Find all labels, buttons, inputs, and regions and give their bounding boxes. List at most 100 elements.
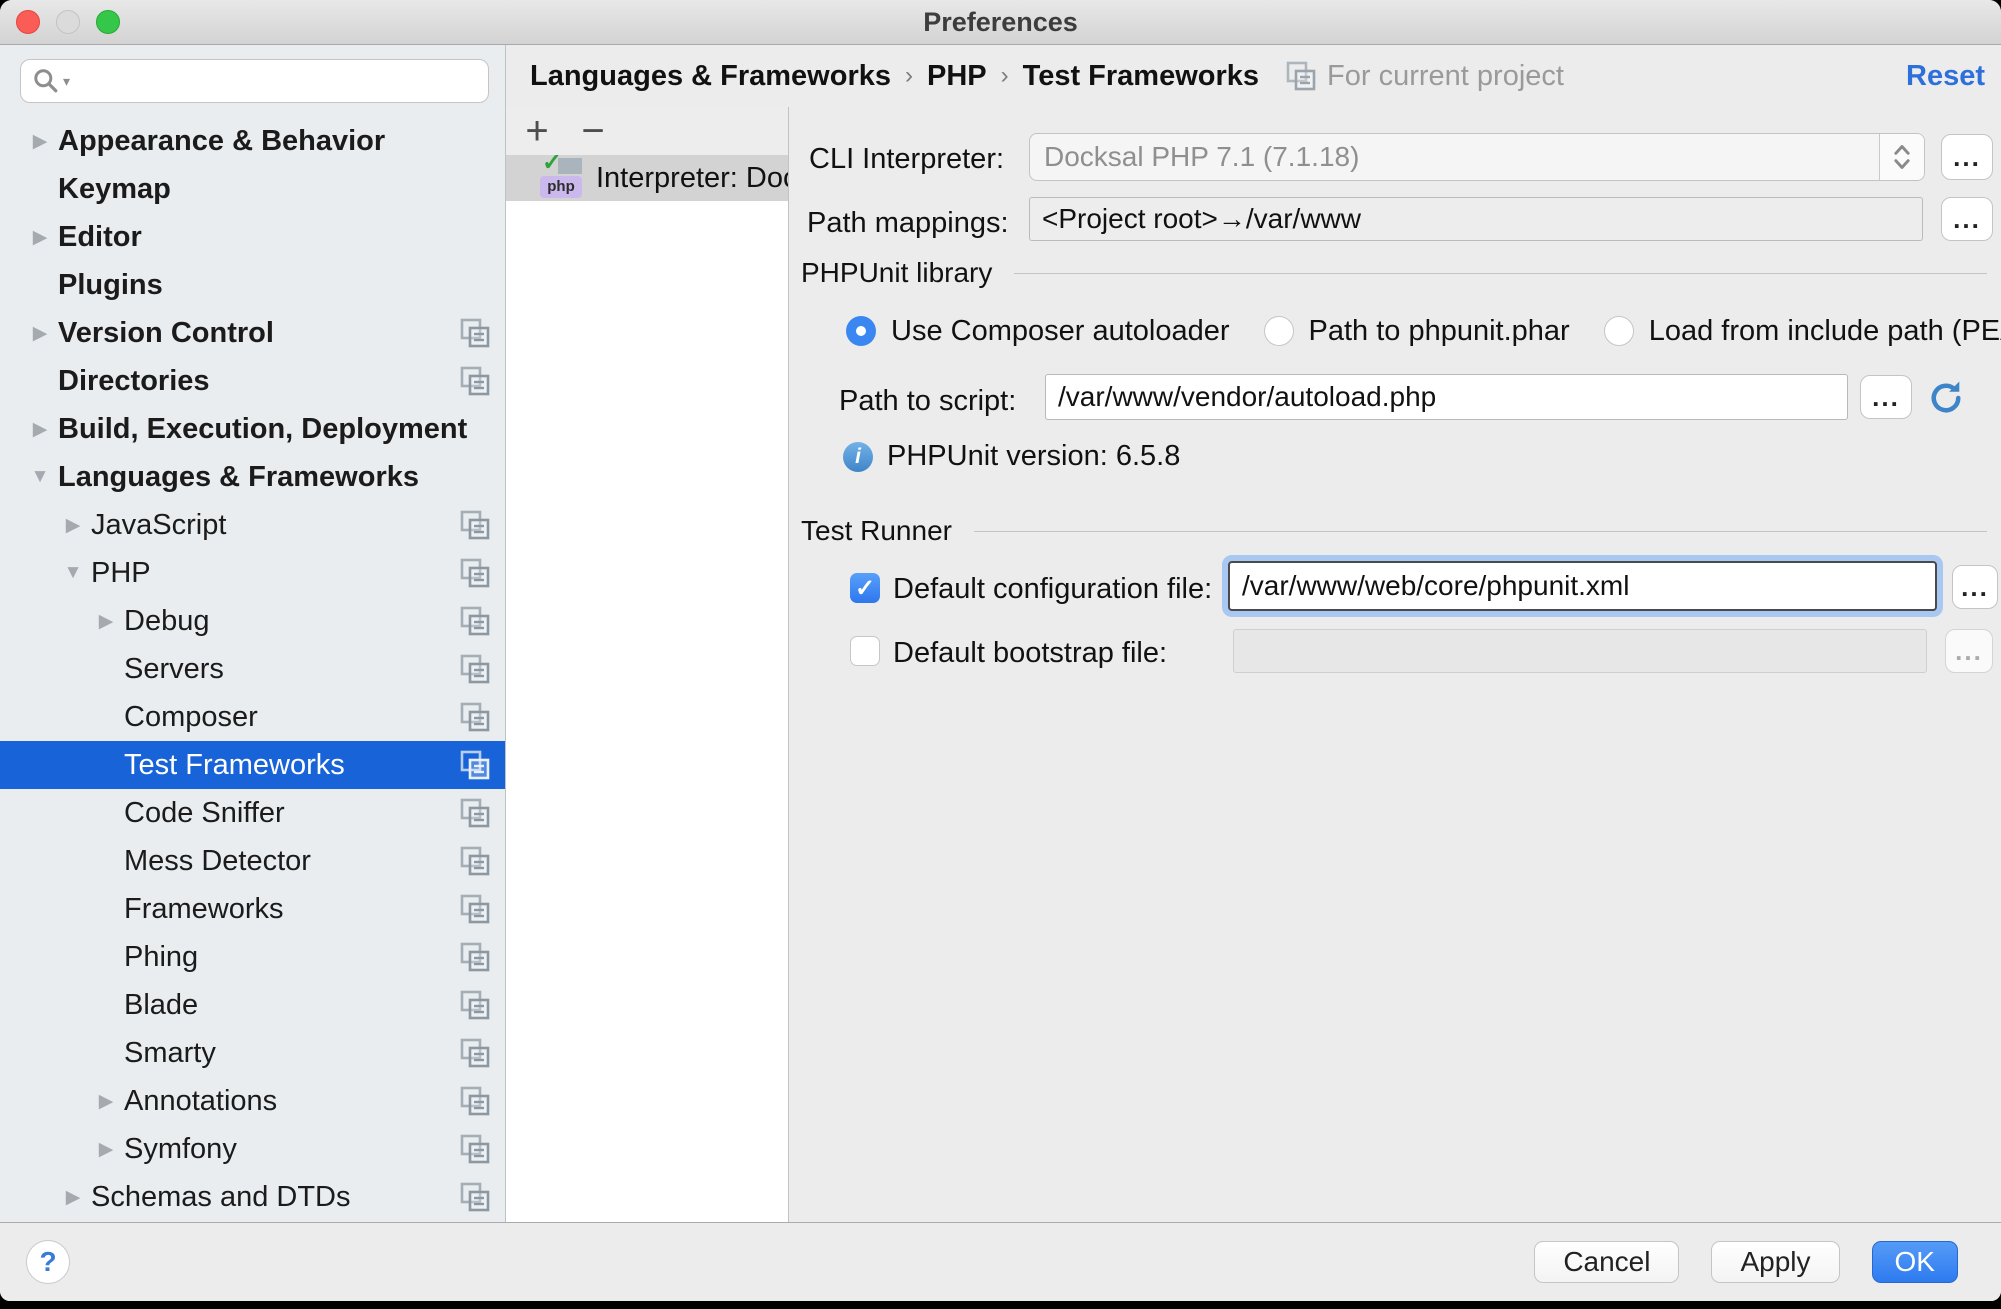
expand-arrow-icon[interactable]: ▶ [88,1138,124,1161]
dialog-footer: ? Cancel Apply OK [0,1222,2001,1301]
checkmark-icon: ✓ [542,155,562,177]
per-project-indicator-icon [459,509,491,541]
add-interpreter-button[interactable]: + [520,111,554,151]
title-bar: Preferences [0,0,2001,45]
cli-interpreter-combobox[interactable]: Docksal PHP 7.1 (7.1.18) [1029,133,1925,181]
sidebar-item-label: Build, Execution, Deployment [58,413,505,446]
sidebar-item-label: Directories [58,365,459,398]
breadcrumb-languages-frameworks[interactable]: Languages & Frameworks [530,60,891,93]
default-configuration-file-checkbox[interactable]: ✓ [850,573,880,603]
cli-interpreter-value: Docksal PHP 7.1 (7.1.18) [1030,134,1879,180]
sidebar-item-plugins[interactable]: Plugins [0,261,505,309]
sidebar-item-label: Test Frameworks [124,749,459,782]
radio-icon[interactable] [1604,316,1634,346]
cli-interpreter-browse-button[interactable]: ... [1941,134,1993,180]
sidebar-item-schemas-and-dtds[interactable]: ▶ Schemas and DTDs [0,1173,505,1221]
sidebar-item-label: Code Sniffer [124,797,459,830]
path-to-script-field[interactable]: /var/www/vendor/autoload.php [1045,374,1848,420]
breadcrumb-bar: Languages & Frameworks › PHP › Test Fram… [506,45,2001,107]
combobox-stepper-icon[interactable] [1879,134,1924,180]
test-runner-section-title: Test Runner [801,515,952,547]
default-configuration-file-browse-button[interactable]: ... [1952,565,1998,609]
expand-arrow-icon[interactable]: ▶ [22,322,58,345]
interpreter-list-item[interactable]: ✓ php Interpreter: Dock [506,155,788,201]
sidebar-item-phing[interactable]: Phing [0,933,505,981]
per-project-indicator-icon [459,317,491,349]
radio-icon[interactable] [846,316,876,346]
per-project-indicator-icon [459,557,491,589]
path-mappings-browse-button[interactable]: ... [1941,197,1993,241]
preferences-window: Preferences ▾ ▶ Appearance & Behav [0,0,2001,1301]
sidebar-item-smarty[interactable]: Smarty [0,1029,505,1077]
expand-arrow-icon[interactable]: ▶ [22,418,58,441]
sidebar-item-annotations[interactable]: ▶ Annotations [0,1077,505,1125]
cli-interpreter-label: CLI Interpreter: [809,143,1004,176]
sidebar-item-servers[interactable]: Servers [0,645,505,693]
sidebar-item-blade[interactable]: Blade [0,981,505,1029]
default-configuration-file-label[interactable]: Default configuration file: [893,573,1212,606]
sidebar-item-label: Frameworks [124,893,459,926]
sidebar-item-debug[interactable]: ▶ Debug [0,597,505,645]
reset-link[interactable]: Reset [1906,60,1985,93]
sidebar-item-test-frameworks[interactable]: Test Frameworks [0,741,505,789]
expand-arrow-icon[interactable]: ▶ [88,1090,124,1113]
scope-label: For current project [1327,60,1564,93]
sidebar-item-languages-frameworks[interactable]: ▼ Languages & Frameworks [0,453,505,501]
sidebar-item-label: Blade [124,989,459,1022]
radio-load-from-include-path-pear[interactable]: Load from include path (PEAR) [1604,315,2001,348]
radio-path-to-phpunit-phar[interactable]: Path to phpunit.phar [1264,315,1570,348]
search-icon [31,66,61,96]
expand-arrow-icon[interactable]: ▼ [22,466,58,488]
sidebar-item-mess-detector[interactable]: Mess Detector [0,837,505,885]
sidebar-item-appearance-behavior[interactable]: ▶ Appearance & Behavior [0,117,505,165]
sidebar-item-editor[interactable]: ▶ Editor [0,213,505,261]
apply-button[interactable]: Apply [1711,1241,1839,1283]
search-input[interactable] [74,65,478,98]
sidebar-item-label: Symfony [124,1133,459,1166]
expand-arrow-icon[interactable]: ▶ [22,130,58,153]
help-button[interactable]: ? [26,1240,70,1284]
sidebar-item-keymap[interactable]: Keymap [0,165,505,213]
per-project-indicator-icon [459,365,491,397]
expand-arrow-icon[interactable]: ▼ [55,562,91,584]
ok-button[interactable]: OK [1872,1241,1958,1283]
per-project-indicator-icon [459,701,491,733]
path-to-script-browse-button[interactable]: ... [1860,375,1912,419]
sidebar-item-label: Debug [124,605,459,638]
sidebar-item-javascript[interactable]: ▶ JavaScript [0,501,505,549]
sidebar-item-build-execution-deployment[interactable]: ▶ Build, Execution, Deployment [0,405,505,453]
sidebar-item-label: Servers [124,653,459,686]
sidebar-item-label: Plugins [58,269,505,302]
per-project-indicator-icon [459,1085,491,1117]
interpreter-list-empty-area[interactable] [506,201,788,1222]
default-bootstrap-file-checkbox[interactable] [850,636,880,666]
settings-search-field[interactable]: ▾ [20,59,489,103]
search-scope-caret-icon[interactable]: ▾ [63,73,70,90]
sidebar-item-composer[interactable]: Composer [0,693,505,741]
breadcrumb-php[interactable]: PHP [927,60,987,93]
reload-phpunit-icon[interactable] [1925,377,1967,419]
sidebar-item-symfony[interactable]: ▶ Symfony [0,1125,505,1173]
breadcrumb-test-frameworks[interactable]: Test Frameworks [1023,60,1259,93]
sidebar-item-version-control[interactable]: ▶ Version Control [0,309,505,357]
sidebar-item-frameworks[interactable]: Frameworks [0,885,505,933]
sidebar-item-label: PHP [91,557,459,590]
sidebar-item-php[interactable]: ▼ PHP [0,549,505,597]
default-bootstrap-file-label[interactable]: Default bootstrap file: [893,637,1167,670]
default-configuration-file-field[interactable]: /var/www/web/core/phpunit.xml [1228,561,1937,611]
expand-arrow-icon[interactable]: ▶ [55,1186,91,1209]
path-mappings-field[interactable]: <Project root>→/var/www [1029,197,1923,241]
radio-use-composer-autoloader[interactable]: Use Composer autoloader [846,315,1230,348]
radio-icon[interactable] [1264,316,1294,346]
interpreter-label: Interpreter: Dock [596,162,788,195]
per-project-indicator-icon [459,845,491,877]
expand-arrow-icon[interactable]: ▶ [88,610,124,633]
sidebar-item-directories[interactable]: Directories [0,357,505,405]
php-interpreter-icon: ✓ php [540,156,584,200]
cancel-button[interactable]: Cancel [1534,1241,1679,1283]
sidebar-item-code-sniffer[interactable]: Code Sniffer [0,789,505,837]
remove-interpreter-button[interactable]: − [576,111,610,151]
expand-arrow-icon[interactable]: ▶ [55,514,91,537]
sidebar-item-label: Annotations [124,1085,459,1118]
expand-arrow-icon[interactable]: ▶ [22,226,58,249]
